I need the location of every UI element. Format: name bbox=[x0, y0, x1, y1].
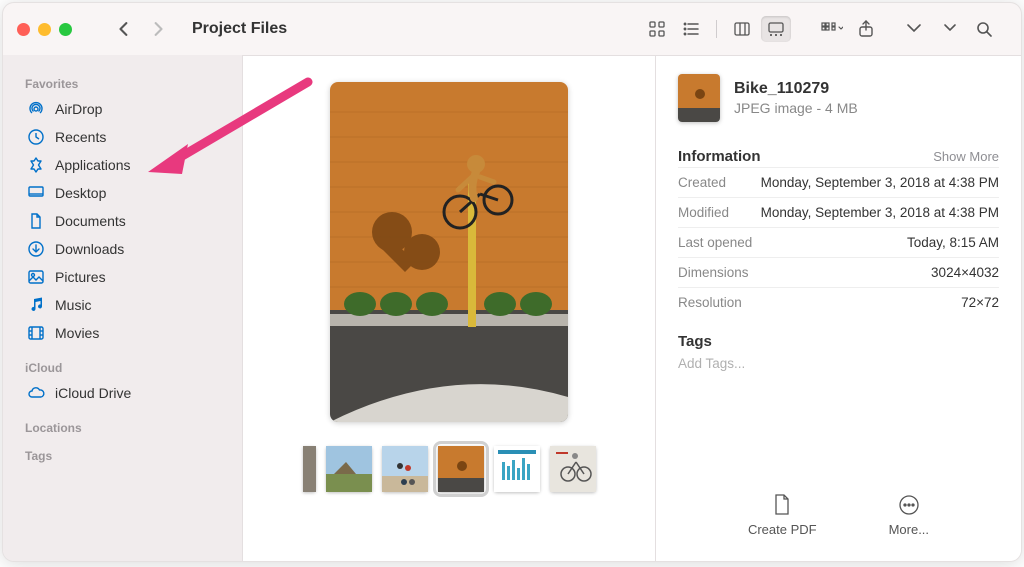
icloud-icon bbox=[27, 384, 45, 402]
downloads-icon bbox=[27, 240, 45, 258]
thumbnail-selected[interactable] bbox=[438, 446, 484, 492]
back-button[interactable] bbox=[110, 15, 138, 43]
thumbnail[interactable] bbox=[303, 446, 316, 492]
thumbnail[interactable] bbox=[382, 446, 428, 492]
sidebar-item-desktop[interactable]: Desktop bbox=[21, 179, 242, 207]
sidebar-item-recents[interactable]: Recents bbox=[21, 123, 242, 151]
info-row-last-opened: Last openedToday, 8:15 AM bbox=[678, 227, 999, 257]
show-more-button[interactable]: Show More bbox=[933, 149, 999, 164]
sidebar-item-documents[interactable]: Documents bbox=[21, 207, 242, 235]
close-button[interactable] bbox=[17, 23, 30, 36]
more-action[interactable]: More... bbox=[889, 494, 929, 537]
apps-icon bbox=[27, 156, 45, 174]
preview-image[interactable] bbox=[330, 82, 568, 422]
sidebar-section-favorites: Favorites bbox=[25, 77, 242, 91]
more-toolbar-button[interactable] bbox=[901, 16, 931, 42]
info-row-modified: ModifiedMonday, September 3, 2018 at 4:3… bbox=[678, 197, 999, 227]
gallery-view-button[interactable] bbox=[761, 16, 791, 42]
desktop-icon bbox=[27, 184, 45, 202]
gallery-preview-area bbox=[243, 56, 655, 561]
icon-view-button[interactable] bbox=[642, 16, 672, 42]
forward-button[interactable] bbox=[144, 15, 172, 43]
list-view-button[interactable] bbox=[676, 16, 706, 42]
documents-icon bbox=[27, 212, 45, 230]
window-controls bbox=[17, 23, 72, 36]
create-pdf-action[interactable]: Create PDF bbox=[748, 494, 817, 537]
thumbnail[interactable] bbox=[326, 446, 372, 492]
search-button[interactable] bbox=[969, 16, 999, 42]
sidebar-item-label: Pictures bbox=[55, 269, 106, 285]
sidebar-section-tags: Tags bbox=[25, 449, 242, 463]
thumbnail[interactable] bbox=[494, 446, 540, 492]
ellipsis-icon bbox=[898, 494, 920, 516]
action-label: More... bbox=[889, 522, 929, 537]
sidebar-item-label: Downloads bbox=[55, 241, 124, 257]
movies-icon bbox=[27, 324, 45, 342]
thumbnail[interactable] bbox=[550, 446, 596, 492]
zoom-button[interactable] bbox=[59, 23, 72, 36]
sidebar-item-label: Documents bbox=[55, 213, 126, 229]
sidebar-item-pictures[interactable]: Pictures bbox=[21, 263, 242, 291]
sidebar-item-label: iCloud Drive bbox=[55, 385, 131, 401]
add-tags-field[interactable]: Add Tags... bbox=[678, 356, 999, 371]
sidebar-item-label: Music bbox=[55, 297, 92, 313]
toolbar-separator bbox=[716, 20, 717, 38]
info-heading: Information bbox=[678, 148, 761, 165]
action-label: Create PDF bbox=[748, 522, 817, 537]
airdrop-icon bbox=[27, 100, 45, 118]
clock-icon bbox=[27, 128, 45, 146]
sidebar-section-locations: Locations bbox=[25, 421, 242, 435]
music-icon bbox=[27, 296, 45, 314]
group-by-button[interactable] bbox=[817, 16, 847, 42]
sidebar-item-label: Movies bbox=[55, 325, 99, 341]
sidebar-item-label: AirDrop bbox=[55, 101, 102, 117]
overflow-button[interactable] bbox=[935, 16, 965, 42]
sidebar-item-music[interactable]: Music bbox=[21, 291, 242, 319]
pictures-icon bbox=[27, 268, 45, 286]
info-row-resolution: Resolution72×72 bbox=[678, 287, 999, 317]
minimize-button[interactable] bbox=[38, 23, 51, 36]
share-button[interactable] bbox=[851, 16, 881, 42]
column-view-button[interactable] bbox=[727, 16, 757, 42]
sidebar-item-downloads[interactable]: Downloads bbox=[21, 235, 242, 263]
file-subtitle: JPEG image - 4 MB bbox=[734, 100, 858, 116]
sidebar-item-label: Recents bbox=[55, 129, 106, 145]
sidebar-section-icloud: iCloud bbox=[25, 361, 242, 375]
info-row-created: CreatedMonday, September 3, 2018 at 4:38… bbox=[678, 167, 999, 197]
details-thumbnail bbox=[678, 74, 720, 122]
sidebar-item-label: Desktop bbox=[55, 185, 106, 201]
sidebar-item-label: Applications bbox=[55, 157, 131, 173]
file-name: Bike_110279 bbox=[734, 80, 858, 98]
window-title: Project Files bbox=[192, 20, 287, 38]
thumbnail-strip bbox=[303, 446, 596, 492]
sidebar-item-movies[interactable]: Movies bbox=[21, 319, 242, 347]
sidebar-item-icloud-drive[interactable]: iCloud Drive bbox=[21, 379, 242, 407]
sidebar-item-airdrop[interactable]: AirDrop bbox=[21, 95, 242, 123]
tags-heading: Tags bbox=[678, 333, 999, 350]
sidebar-item-applications[interactable]: Applications bbox=[21, 151, 242, 179]
details-panel: Bike_110279 JPEG image - 4 MB Informatio… bbox=[655, 56, 1021, 561]
sidebar: Favorites AirDrop Recents Applications D… bbox=[3, 55, 243, 561]
info-row-dimensions: Dimensions3024×4032 bbox=[678, 257, 999, 287]
document-icon bbox=[771, 494, 793, 516]
